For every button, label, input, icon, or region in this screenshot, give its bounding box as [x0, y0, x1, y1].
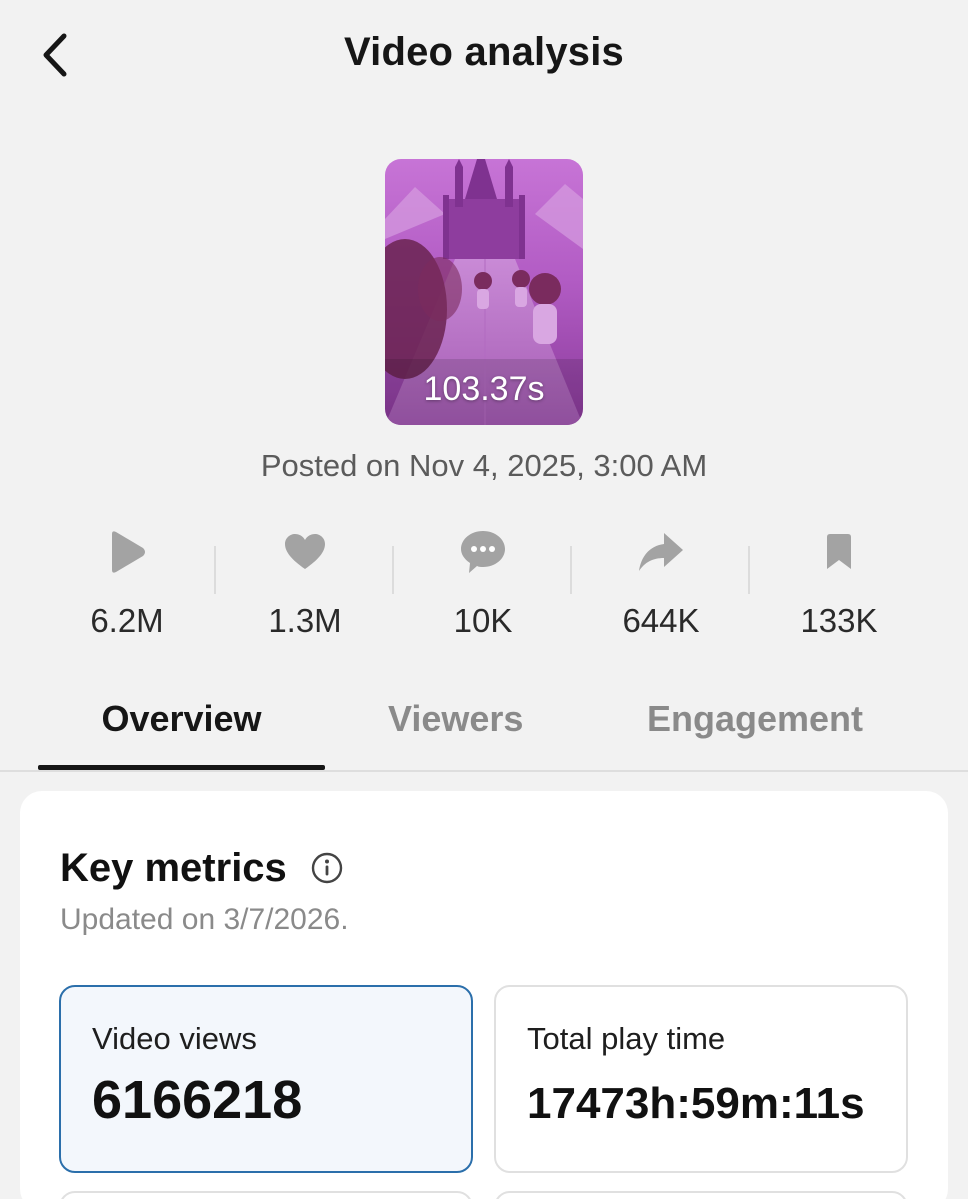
metric-value: 17473h:59m:11s — [527, 1079, 865, 1128]
metric-value: 6166218 — [92, 1070, 303, 1130]
stat-likes: 1.3M — [216, 526, 394, 646]
stat-value: 1.3M — [268, 602, 342, 639]
stat-views: 6.2M — [38, 526, 216, 646]
comment-icon — [461, 531, 505, 573]
info-icon[interactable] — [311, 852, 343, 884]
tab-overview[interactable]: Overview — [38, 698, 325, 740]
header: Video analysis — [0, 0, 968, 110]
metric-label: Video views — [92, 1021, 257, 1056]
key-metrics-card: Key metrics Updated on 3/7/2026. Video v… — [20, 791, 948, 1199]
stat-value: 6.2M — [90, 602, 164, 639]
metric-card-partial[interactable] — [494, 1191, 908, 1199]
active-tab-indicator — [38, 765, 325, 770]
metric-card-partial[interactable] — [59, 1191, 473, 1199]
stat-value: 10K — [453, 602, 513, 639]
tab-viewers[interactable]: Viewers — [388, 698, 523, 740]
bookmark-icon — [827, 534, 851, 569]
page-title: Video analysis — [344, 30, 624, 74]
video-duration: 103.37s — [423, 370, 545, 408]
tab-bar: Overview Viewers Engagement — [0, 680, 968, 772]
play-icon — [112, 531, 145, 573]
updated-date: Updated on 3/7/2026. — [60, 903, 349, 936]
stat-value: 644K — [622, 602, 700, 639]
stat-shares: 644K — [572, 526, 750, 646]
section-title: Key metrics — [60, 846, 287, 890]
video-thumbnail[interactable]: 103.37s — [385, 159, 583, 425]
stats-row: 6.2M 1.3M 10K 644K 133K — [38, 526, 928, 646]
share-icon — [639, 533, 683, 571]
stat-saves: 133K — [750, 526, 928, 646]
metric-label: Total play time — [527, 1021, 726, 1056]
metric-total-play-time[interactable]: Total play time 17473h:59m:11s — [494, 985, 908, 1173]
tab-engagement[interactable]: Engagement — [647, 698, 863, 740]
stat-value: 133K — [800, 602, 878, 639]
metric-video-views[interactable]: Video views 6166218 — [59, 985, 473, 1173]
heart-icon — [285, 534, 325, 569]
stat-comments: 10K — [394, 526, 572, 646]
posted-date: Posted on Nov 4, 2025, 3:00 AM — [260, 448, 708, 483]
